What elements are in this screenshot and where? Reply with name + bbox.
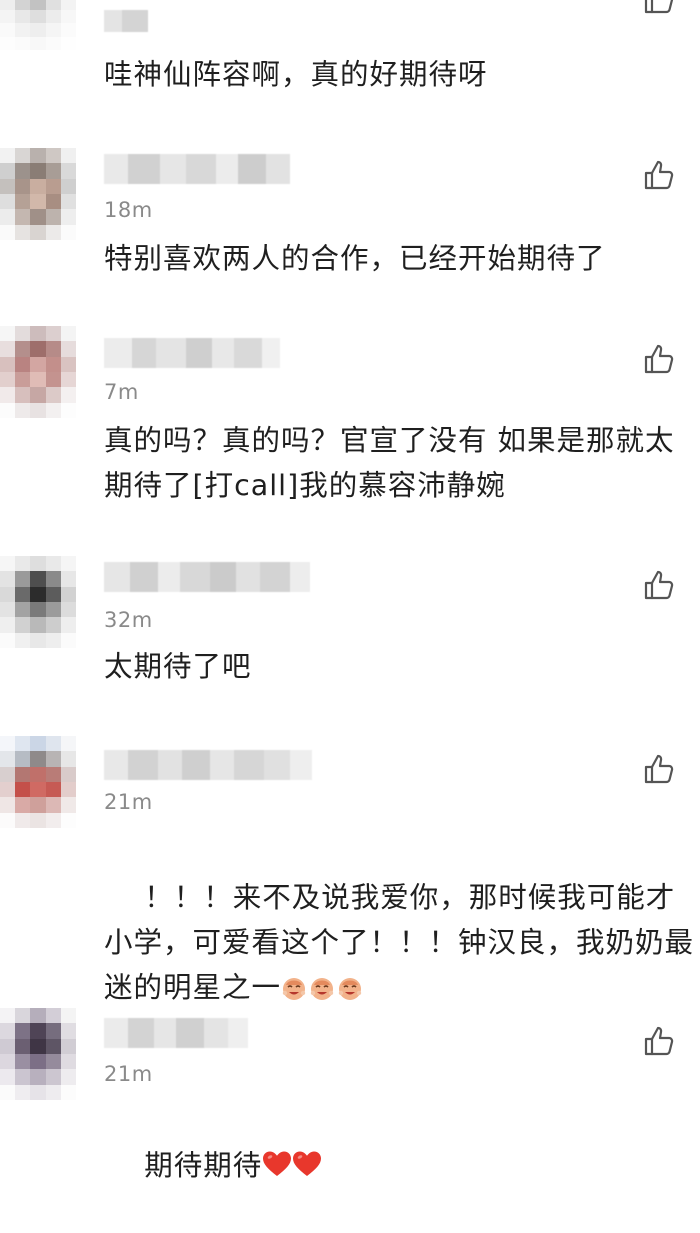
- comment-text: ！！！来不及说我爱你，那时候我可能才小学，可爱看这个了！！！钟汉良，我奶奶最迷的…: [104, 881, 695, 1004]
- like-button[interactable]: [643, 752, 677, 786]
- avatar[interactable]: [0, 148, 76, 240]
- timestamp: 21m: [104, 790, 153, 814]
- avatar[interactable]: [0, 736, 76, 828]
- like-button[interactable]: [643, 1024, 677, 1058]
- avatar[interactable]: [0, 556, 76, 648]
- like-button[interactable]: [643, 342, 677, 376]
- laughing-sticker-icon: [338, 978, 362, 1000]
- avatar[interactable]: [0, 326, 76, 418]
- thumbs-up-icon: [644, 344, 674, 374]
- comment-text: 太期待了吧: [104, 650, 252, 683]
- comment-text: 真的吗？真的吗？官宣了没有 如果是那就太期待了[打call]我的慕容沛静婉: [104, 424, 675, 502]
- timestamp: 18m: [104, 198, 153, 222]
- laughing-sticker-icon: [282, 978, 306, 1000]
- avatar[interactable]: [0, 0, 76, 50]
- thumbs-up-icon: [644, 754, 674, 784]
- thumbs-up-icon: [644, 0, 674, 14]
- like-button[interactable]: [643, 568, 677, 602]
- comment-text: 期待期待: [144, 1149, 263, 1182]
- like-button[interactable]: [643, 0, 677, 16]
- timestamp: 21m: [104, 1062, 153, 1086]
- comment-text-wrapper: 期待期待: [104, 1098, 694, 1233]
- comment-text: 特别喜欢两人的合作，已经开始期待了: [104, 242, 606, 275]
- red-heart-icon: [263, 1151, 292, 1176]
- timestamp: 32m: [104, 608, 153, 632]
- username[interactable]: [104, 562, 310, 592]
- username[interactable]: [104, 750, 312, 780]
- thumbs-up-icon: [644, 570, 674, 600]
- timestamp: 7m: [104, 380, 139, 404]
- thumbs-up-icon: [644, 160, 674, 190]
- sticker-group: [281, 971, 365, 1004]
- username[interactable]: [104, 338, 280, 368]
- avatar[interactable]: [0, 1008, 76, 1100]
- comment-text: 哇神仙阵容啊，真的好期待呀: [104, 58, 488, 91]
- thumbs-up-icon: [644, 1026, 674, 1056]
- red-heart-icon: [293, 1151, 322, 1176]
- username[interactable]: [104, 1018, 248, 1048]
- username[interactable]: [104, 154, 290, 184]
- like-button[interactable]: [643, 158, 677, 192]
- laughing-sticker-icon: [310, 978, 334, 1000]
- username[interactable]: [104, 10, 148, 32]
